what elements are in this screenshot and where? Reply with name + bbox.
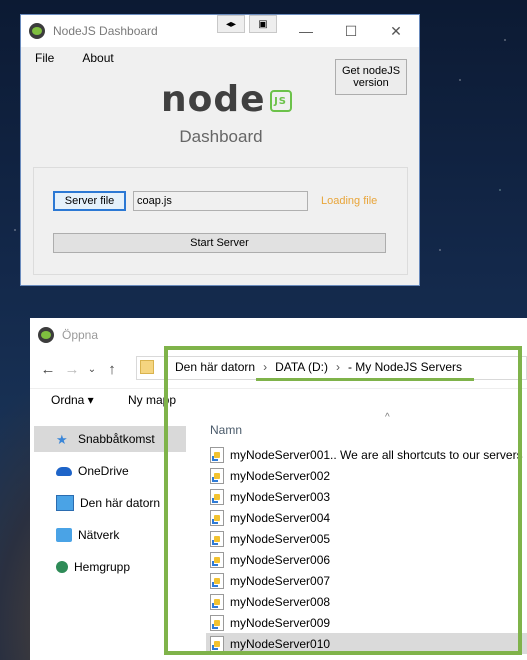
nodejs-app-icon — [38, 327, 54, 343]
sidebar-item-label: Hemgrupp — [74, 560, 131, 574]
back-arrow-icon[interactable]: ← — [36, 361, 60, 378]
folder-icon — [140, 360, 154, 374]
recent-locations-chevron-icon[interactable]: ⌄ — [84, 364, 100, 375]
window-mode-button[interactable]: ▣ — [249, 15, 277, 33]
snap-button[interactable]: ◂▸ — [217, 15, 245, 33]
cloud-icon — [56, 466, 72, 476]
sidebar-item-label: OneDrive — [78, 464, 129, 478]
dashboard-heading: Dashboard — [179, 127, 263, 146]
menu-about[interactable]: About — [68, 51, 127, 65]
close-button[interactable]: ✕ — [373, 15, 419, 47]
status-text: Loading file — [321, 195, 378, 207]
annotation-underline — [256, 378, 474, 381]
logo-js-badge: JS — [269, 90, 292, 112]
maximize-button[interactable]: ☐ — [328, 15, 374, 47]
version-button-label: Get nodeJS version — [341, 65, 401, 89]
sidebar-item-label: Nätverk — [78, 528, 120, 542]
title-bar[interactable]: NodeJS Dashboard ◂▸ ▣ — ☐ ✕ — [21, 15, 419, 47]
sidebar-item-label: Den här datorn — [80, 496, 161, 510]
nodejs-logo: node JS — [161, 79, 292, 120]
server-file-input[interactable]: coap.js — [133, 191, 308, 211]
menu-file[interactable]: File — [21, 51, 68, 65]
organize-button[interactable]: Ordna ▾ — [51, 393, 94, 407]
computer-icon — [56, 495, 74, 511]
server-groupbox — [33, 167, 408, 275]
nodejs-dashboard-window: NodeJS Dashboard ◂▸ ▣ — ☐ ✕ File About G… — [20, 14, 420, 286]
sidebar-item-label: Snabbåtkomst — [78, 432, 155, 446]
dialog-title: Öppna — [62, 328, 99, 342]
window-title: NodeJS Dashboard — [53, 24, 158, 38]
server-file-button[interactable]: Server file — [53, 191, 126, 211]
forward-arrow-icon[interactable]: → — [60, 361, 84, 378]
up-arrow-icon[interactable]: ↑ — [100, 361, 124, 378]
homegroup-icon — [56, 561, 68, 573]
logo-text: node — [161, 79, 266, 120]
start-server-button[interactable]: Start Server — [53, 233, 386, 253]
star-icon: ★ — [56, 432, 68, 447]
network-icon — [56, 528, 72, 542]
nodejs-app-icon — [29, 23, 45, 39]
minimize-button[interactable]: — — [283, 15, 329, 47]
get-nodejs-version-button[interactable]: Get nodeJS version — [335, 59, 407, 95]
